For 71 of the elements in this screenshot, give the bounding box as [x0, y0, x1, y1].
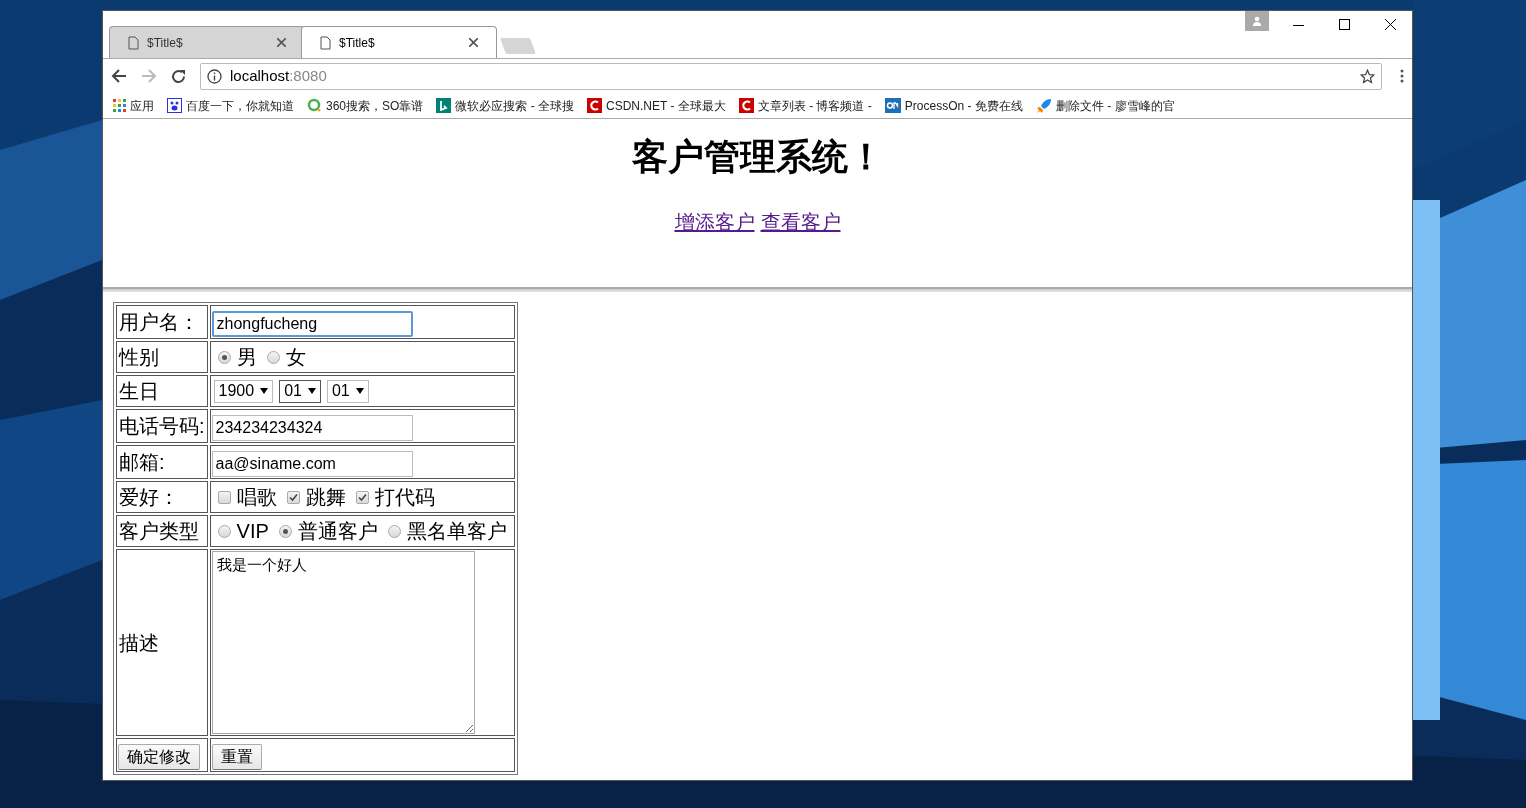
text-field[interactable]: 234234234324: [211, 415, 413, 441]
star-icon[interactable]: [1360, 68, 1375, 84]
nav-link[interactable]: 增添客户: [674, 207, 755, 237]
option-label: 女: [285, 345, 306, 370]
field-label: 描述: [116, 549, 208, 736]
tab-title: $Title$: [339, 34, 376, 52]
dropdown-arrow-icon: [260, 388, 269, 394]
rocket-icon: [1035, 97, 1052, 114]
field-label: 性别: [116, 341, 208, 373]
nav-link[interactable]: 查看客户: [760, 207, 841, 237]
bookmark[interactable]: 文章列表 - 博客频道 -: [738, 96, 872, 115]
option-label: 打代码: [374, 485, 435, 510]
form-button[interactable]: 重置: [211, 744, 262, 770]
option-label: VIP: [236, 519, 269, 544]
browser-tab[interactable]: $Title$: [301, 26, 497, 58]
field-label: 爱好：: [116, 481, 208, 513]
reload-icon[interactable]: [171, 68, 186, 84]
page-icon: [128, 35, 139, 50]
dropdown-arrow-icon: [355, 388, 364, 394]
page-icon: [320, 35, 331, 50]
grid-icon: [113, 99, 126, 112]
dropdown[interactable]: 1900: [213, 379, 274, 403]
minimize-icon[interactable]: [1293, 25, 1304, 27]
checkbox[interactable]: [286, 490, 300, 504]
dropdown-arrow-icon: [307, 388, 316, 394]
url-text: localhost:8080: [230, 65, 328, 86]
menu-icon[interactable]: [1400, 69, 1404, 83]
b-letter-icon: [436, 98, 452, 113]
radio-button[interactable]: [266, 350, 280, 364]
field-label: 客户类型: [116, 515, 208, 547]
c-letter-icon: [738, 98, 754, 113]
checkbox[interactable]: [355, 490, 369, 504]
bookmark[interactable]: 360搜索，SO靠谱: [307, 96, 424, 115]
address-bar[interactable]: localhost:8080: [200, 62, 1382, 90]
ring-icon: [307, 98, 322, 113]
tab-title: $Title$: [147, 34, 184, 52]
bookmark[interactable]: 删除文件 - 廖雪峰的官: [1035, 96, 1175, 115]
dropdown[interactable]: 01: [279, 379, 321, 403]
option-label: 男: [236, 345, 257, 370]
bookmark[interactable]: 百度一下，你就知道: [167, 96, 294, 115]
text-field[interactable]: zhongfucheng: [211, 311, 413, 337]
option-label: 跳舞: [305, 485, 346, 510]
field-label: 邮箱:: [116, 445, 208, 479]
on-badge-icon: [884, 98, 901, 113]
paw-icon: [167, 98, 182, 113]
page-heading: 客户管理系统！: [630, 135, 885, 179]
text-field[interactable]: aa@siname.com: [211, 451, 413, 477]
field-label: 生日: [116, 375, 208, 407]
maximize-icon[interactable]: [1339, 19, 1350, 30]
option-label: 黑名单客户: [406, 519, 507, 544]
dropdown[interactable]: 01: [326, 379, 369, 403]
form-button[interactable]: 确定修改: [118, 744, 200, 770]
option-label: 唱歌: [236, 485, 277, 510]
option-label: 普通客户: [297, 519, 378, 544]
radio-button[interactable]: [387, 524, 401, 538]
bookmark[interactable]: ProcessOn - 免费在线: [884, 96, 1023, 115]
c-letter-icon: [587, 98, 603, 113]
radio-button[interactable]: [217, 350, 231, 364]
bookmark[interactable]: CSDN.NET - 全球最大: [587, 96, 726, 115]
checkbox[interactable]: [217, 490, 231, 504]
radio-button[interactable]: [217, 524, 231, 538]
bookmark[interactable]: 微软必应搜索 - 全球搜: [436, 96, 575, 115]
field-label: 电话号码:: [116, 409, 208, 443]
radio-button[interactable]: [278, 524, 292, 538]
description-field[interactable]: 我是一个好人: [211, 551, 475, 734]
close-icon[interactable]: [1385, 19, 1396, 30]
info-icon: [207, 68, 222, 84]
field-label: 用户名：: [116, 305, 208, 339]
back-arrow-icon[interactable]: [111, 69, 127, 83]
bookmark[interactable]: 应用: [113, 96, 154, 115]
close-icon[interactable]: [469, 38, 478, 47]
